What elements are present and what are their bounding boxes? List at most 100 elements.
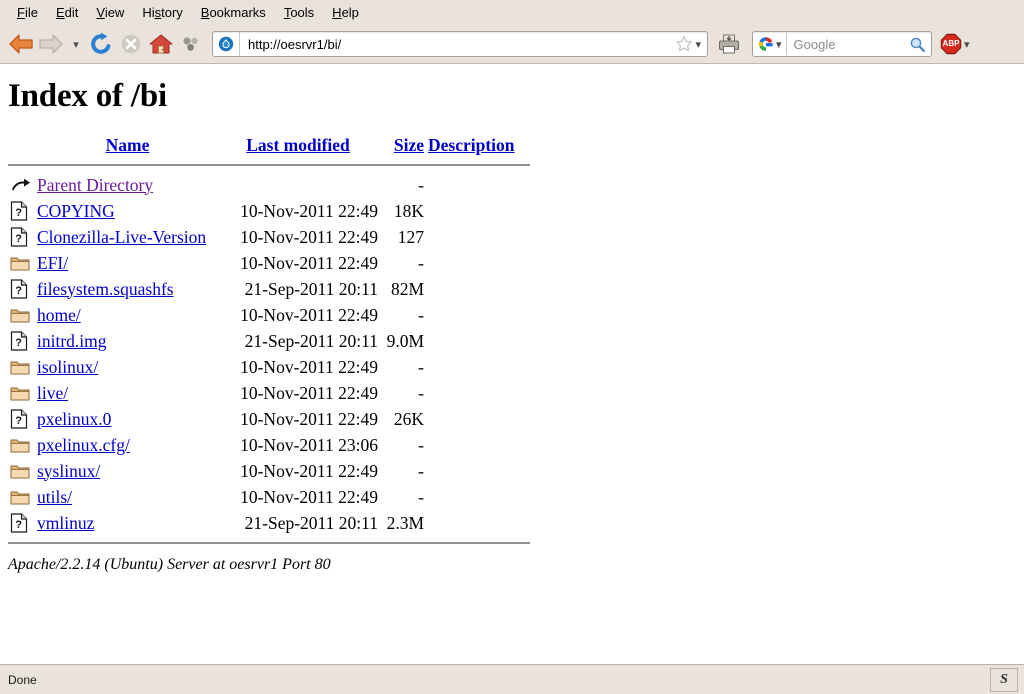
forward-button [36,29,66,59]
chevron-down-icon[interactable]: ▾ [695,39,701,50]
entry-link[interactable]: Parent Directory [37,175,153,195]
listing-bottom-rule [8,542,530,544]
entry-link[interactable]: filesystem.squashfs [37,279,174,299]
menu-bookmarks[interactable]: Bookmarks [192,3,275,22]
unknown-file-icon: ? [10,201,28,221]
directory-listing: Name Last modified Size Description Pare… [8,135,530,536]
favicon-wrap [213,32,240,56]
entry-size-cell: - [418,174,424,195]
folder-icon [10,361,30,375]
home-icon [149,34,173,54]
chevron-down-icon: ▾ [73,37,79,51]
menu-history[interactable]: History [133,3,191,22]
url-text[interactable]: http://oesrvr1/bi/ [240,37,675,52]
entry-size-cell: 2.3M [386,512,424,533]
unknown-file-icon: ? [10,409,28,429]
reload-button[interactable] [86,29,116,59]
unknown-file-icon: ? [8,227,37,247]
bookmark-controls: ▾ [675,35,707,53]
entry-name-cell: home/ [37,305,218,326]
print-button[interactable] [714,29,744,59]
printer-icon [719,34,739,54]
svg-text:?: ? [15,207,22,219]
star-icon[interactable] [675,35,693,53]
stop-icon [121,34,141,54]
table-row: ? vmlinuz 21-Sep-2011 20:11 2.3M [8,510,530,536]
header-last-modified: Last modified [218,135,378,156]
search-input[interactable]: Google [787,37,909,52]
abp-icon: ABP [940,33,962,55]
folder-icon [8,254,37,272]
entry-date-cell: 10-Nov-2011 22:49 [240,304,378,325]
entry-link[interactable]: initrd.img [37,331,107,351]
table-row: isolinux/10-Nov-2011 22:49 - [8,354,530,380]
entry-link[interactable]: EFI/ [37,253,68,273]
menu-tools[interactable]: Tools [275,3,323,22]
entry-link[interactable]: COPYING [37,201,115,221]
table-row: ? filesystem.squashfs 21-Sep-2011 20:11 82M [8,276,530,302]
entry-name-cell: filesystem.squashfs [37,279,218,300]
entry-link[interactable]: live/ [37,383,68,403]
entry-link[interactable]: pxelinux.0 [37,409,111,429]
listing-top-rule [8,164,530,166]
navigation-toolbar: ▾ http://oesrvr1/bi/ ▾ ▾ Google ABP ▾ [0,25,1024,63]
menu-file[interactable]: File [8,3,47,22]
entry-date-cell: 21-Sep-2011 20:11 [244,512,378,533]
svg-text:?: ? [15,415,22,427]
search-go-button[interactable] [909,36,931,53]
sort-by-size-link[interactable]: Size [394,135,424,155]
listing-header-row: Name Last modified Size Description [8,135,530,161]
search-box[interactable]: ▾ Google [752,31,932,57]
entry-link[interactable]: vmlinuz [37,513,94,533]
folder-icon [10,491,30,505]
menu-edit[interactable]: Edit [47,3,87,22]
parent-directory-icon [12,178,30,191]
entry-name-cell: syslinux/ [37,461,218,482]
table-row: ? COPYING 10-Nov-2011 22:49 18K [8,198,530,224]
entry-date-cell: 10-Nov-2011 22:49 [240,460,378,481]
home-button[interactable] [146,29,176,59]
menu-view[interactable]: View [87,3,133,22]
back-button[interactable] [6,29,36,59]
abp-label: ABP [942,39,960,48]
entry-date-cell: 10-Nov-2011 22:49 [240,200,378,221]
chevron-down-icon[interactable]: ▾ [776,39,782,50]
entry-link[interactable]: home/ [37,305,81,325]
url-bar[interactable]: http://oesrvr1/bi/ ▾ [212,31,708,57]
chevron-down-icon[interactable]: ▾ [964,39,970,50]
entry-name-cell: utils/ [37,487,218,508]
sort-by-name-link[interactable]: Name [106,135,150,155]
unknown-file-icon: ? [8,513,37,533]
server-signature: Apache/2.2.14 (Ubuntu) Server at oesrvr1… [8,556,331,573]
entry-name-cell: EFI/ [37,253,218,274]
table-row: ? pxelinux.0 10-Nov-2011 22:49 26K [8,406,530,432]
folder-icon [8,488,37,506]
entry-size-cell: 82M [390,278,424,299]
sort-by-description-link[interactable]: Description [428,135,515,155]
entry-link[interactable]: pxelinux.cfg/ [37,435,130,455]
entry-link[interactable]: utils/ [37,487,72,507]
history-dropdown-button[interactable]: ▾ [66,29,86,59]
entry-date-cell: 10-Nov-2011 23:06 [240,434,378,455]
header-description: Description [424,135,534,156]
entry-link[interactable]: isolinux/ [37,357,98,377]
table-row: EFI/10-Nov-2011 22:49 - [8,250,530,276]
molecule-icon [183,37,198,51]
table-row: syslinux/10-Nov-2011 22:49 - [8,458,530,484]
sort-by-date-link[interactable]: Last modified [246,135,350,155]
table-row: ? initrd.img 21-Sep-2011 20:11 9.0M [8,328,530,354]
extension-button[interactable] [176,29,206,59]
menu-help[interactable]: Help [323,3,368,22]
entry-date-cell: 10-Nov-2011 22:49 [240,408,378,429]
svg-text:?: ? [15,337,22,349]
browser-chrome: File Edit View History Bookmarks Tools H… [0,0,1024,64]
reload-icon [91,32,111,54]
status-indicator-icon[interactable]: S [990,667,1018,692]
entry-link[interactable]: syslinux/ [37,461,100,481]
folder-icon [10,257,30,271]
search-engine-selector[interactable]: ▾ [753,33,787,55]
entry-link[interactable]: Clonezilla-Live-Version [37,227,206,247]
adblock-plus-button[interactable]: ABP ▾ [940,33,970,55]
folder-icon [10,439,30,453]
entry-date-cell: 10-Nov-2011 22:49 [240,356,378,377]
